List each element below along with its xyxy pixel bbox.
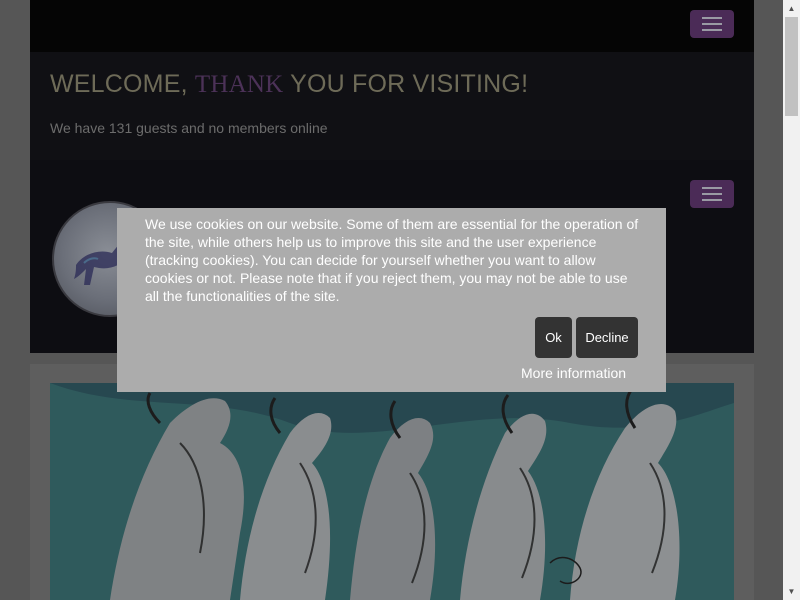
- welcome-title: WELCOME, THANK YOU FOR VISITING!: [50, 70, 528, 99]
- cookie-more-information-link[interactable]: More information: [521, 365, 626, 381]
- scroll-up-arrow-icon[interactable]: ▲: [783, 0, 800, 17]
- horses-artwork: [50, 383, 734, 600]
- content-section: [30, 364, 754, 600]
- welcome-title-start: WELCOME,: [50, 70, 195, 98]
- cookie-consent-text: We use cookies on our website. Some of t…: [145, 216, 639, 304]
- cookie-consent-dialog: We use cookies on our website. Some of t…: [117, 208, 666, 392]
- hamburger-icon: [702, 199, 722, 201]
- main-nav-toggle-button[interactable]: [690, 180, 734, 208]
- hamburger-icon: [702, 193, 722, 195]
- scroll-down-arrow-icon[interactable]: ▼: [783, 583, 800, 600]
- page-scrollbar[interactable]: ▲ ▼: [783, 0, 800, 600]
- top-navbar: [30, 0, 754, 52]
- cookie-ok-button[interactable]: Ok: [535, 317, 572, 358]
- hamburger-icon: [702, 29, 722, 31]
- hamburger-icon: [702, 23, 722, 25]
- welcome-title-end: YOU FOR VISITING!: [283, 70, 529, 98]
- welcome-section: WELCOME, THANK YOU FOR VISITING! We have…: [30, 52, 754, 160]
- welcome-title-highlight: THANK: [194, 71, 284, 98]
- hamburger-icon: [702, 17, 722, 19]
- hero-image: [50, 383, 734, 600]
- online-count-text: We have 131 guests and no members online: [50, 120, 328, 136]
- hamburger-icon: [702, 187, 722, 189]
- scrollbar-thumb[interactable]: [785, 17, 798, 116]
- top-nav-toggle-button[interactable]: [690, 10, 734, 38]
- cookie-decline-button[interactable]: Decline: [576, 317, 638, 358]
